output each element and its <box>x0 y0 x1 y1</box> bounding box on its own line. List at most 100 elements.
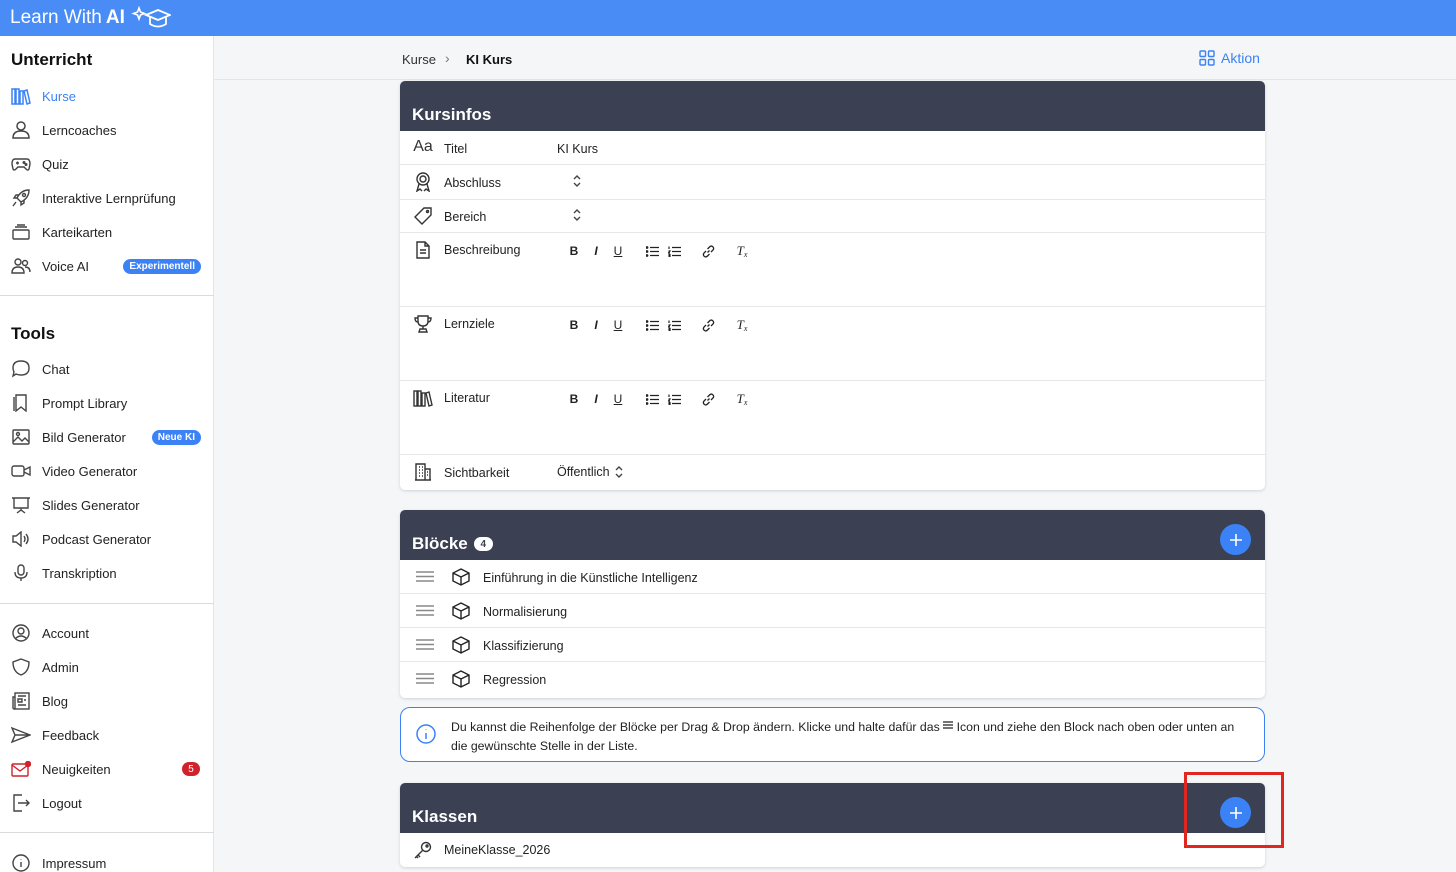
sidebar-item-label: Chat <box>42 361 70 377</box>
block-name[interactable]: Einführung in die Künstliche Intelligenz <box>483 571 698 585</box>
list-item[interactable]: Regression <box>400 662 1265 696</box>
field-label: Literatur <box>444 391 490 405</box>
presentation-icon <box>10 494 32 516</box>
sidebar-item-label: Admin <box>42 659 79 675</box>
abschluss-select[interactable] <box>572 174 582 188</box>
field-sichtbarkeit[interactable]: Sichtbarkeit Öffentlich <box>400 455 1265 490</box>
library-icon <box>412 387 434 409</box>
italic-button[interactable]: I <box>585 391 607 407</box>
drag-handle-icon[interactable] <box>416 673 434 684</box>
logout-icon <box>10 792 32 814</box>
bold-button[interactable]: B <box>563 317 585 333</box>
sidebar-item-bild-generator[interactable]: Bild Generator Neue KI <box>0 422 213 452</box>
rich-text-toolbar: B I U Tx <box>563 391 753 407</box>
bullet-list-button[interactable] <box>641 243 663 259</box>
sidebar-item-label: Voice AI <box>42 258 89 274</box>
block-name[interactable]: Klassifizierung <box>483 639 564 653</box>
underline-button[interactable]: U <box>607 391 629 407</box>
sidebar-item-prompt-library[interactable]: Prompt Library <box>0 388 213 418</box>
breadcrumb-current: KI Kurs <box>466 52 513 67</box>
image-icon <box>10 426 32 448</box>
sidebar-item-transkription[interactable]: Transkription <box>0 558 213 588</box>
info-text: Du kannst die Reihenfolge der Blöcke per… <box>451 718 1251 756</box>
klassen-header: Klassen <box>400 783 1265 833</box>
block-name[interactable]: Normalisierung <box>483 605 567 619</box>
sidebar-item-slides-generator[interactable]: Slides Generator <box>0 490 213 520</box>
sidebar-item-label: Karteikarten <box>42 224 113 240</box>
bloecke-header: Blöcke 4 <box>400 510 1265 560</box>
sidebar-item-admin[interactable]: Admin <box>0 652 213 682</box>
cube-icon <box>452 636 470 654</box>
field-literatur[interactable]: Literatur B I U Tx <box>400 381 1265 455</box>
bullet-list-button[interactable] <box>641 391 663 407</box>
sidebar-item-quiz[interactable]: Quiz <box>0 149 213 179</box>
bold-button[interactable]: B <box>563 391 585 407</box>
bullet-list-button[interactable] <box>641 317 663 333</box>
list-item[interactable]: Klassifizierung <box>400 628 1265 662</box>
sidebar-item-label: Transkription <box>42 565 117 581</box>
block-name[interactable]: Regression <box>483 673 546 687</box>
sidebar-item-interaktive-lernpruefung[interactable]: Interaktive Lernprüfung <box>0 183 213 213</box>
brand-logo[interactable]: Learn With AI <box>10 6 171 30</box>
info-icon <box>10 852 32 872</box>
info-icon <box>416 724 436 744</box>
list-item[interactable]: MeineKlasse_2026 <box>400 833 1265 867</box>
class-name[interactable]: MeineKlasse_2026 <box>444 843 550 857</box>
sidebar-item-chat[interactable]: Chat <box>0 354 213 384</box>
sidebar-item-karteikarten[interactable]: Karteikarten <box>0 217 213 247</box>
link-icon <box>702 318 714 332</box>
titel-input[interactable]: KI Kurs <box>557 142 598 156</box>
link-button[interactable] <box>697 243 719 259</box>
sidebar-item-blog[interactable]: Blog <box>0 686 213 716</box>
ordered-list-button[interactable] <box>663 391 685 407</box>
sidebar-item-label: Feedback <box>42 727 100 743</box>
account-icon <box>10 622 32 644</box>
field-lernziele[interactable]: Lernziele B I U Tx <box>400 307 1265 381</box>
italic-button[interactable]: I <box>585 317 607 333</box>
bullet-list-icon <box>645 245 659 257</box>
sidebar-item-impressum[interactable]: Impressum <box>0 848 213 872</box>
microphone-icon <box>10 562 32 584</box>
ordered-list-button[interactable] <box>663 243 685 259</box>
add-block-button[interactable] <box>1220 524 1251 555</box>
drag-handle-icon[interactable] <box>416 605 434 616</box>
highlight-annotation <box>1184 772 1284 848</box>
clear-format-button[interactable]: Tx <box>731 391 753 407</box>
sidebar-item-kurse[interactable]: Kurse <box>0 81 213 111</box>
bold-button[interactable]: B <box>563 243 585 259</box>
sidebar-item-logout[interactable]: Logout <box>0 788 213 818</box>
italic-button[interactable]: I <box>585 243 607 259</box>
action-button[interactable]: Aktion <box>1199 50 1260 66</box>
field-beschreibung[interactable]: Beschreibung B I U Tx <box>400 233 1265 307</box>
underline-button[interactable]: U <box>607 317 629 333</box>
newspaper-icon <box>10 690 32 712</box>
sidebar-item-video-generator[interactable]: Video Generator <box>0 456 213 486</box>
link-button[interactable] <box>697 391 719 407</box>
bereich-select[interactable] <box>572 208 582 222</box>
sidebar-item-account[interactable]: Account <box>0 618 213 648</box>
sichtbarkeit-select[interactable]: Öffentlich <box>557 465 624 479</box>
list-item[interactable]: Einführung in die Künstliche Intelligenz <box>400 560 1265 594</box>
field-bereich[interactable]: Bereich <box>400 200 1265 233</box>
sidebar-item-voice-ai[interactable]: Voice AI Experimentell <box>0 251 213 281</box>
sidebar-item-neuigkeiten[interactable]: Neuigkeiten 5 <box>0 754 213 784</box>
video-icon <box>10 460 32 482</box>
divider <box>0 832 214 833</box>
link-button[interactable] <box>697 317 719 333</box>
breadcrumb-kurse[interactable]: Kurse <box>402 52 436 67</box>
sidebar-item-feedback[interactable]: Feedback <box>0 720 213 750</box>
drag-handle-icon[interactable] <box>416 639 434 650</box>
ordered-list-button[interactable] <box>663 317 685 333</box>
underline-button[interactable]: U <box>607 243 629 259</box>
list-item[interactable]: Normalisierung <box>400 594 1265 628</box>
drag-handle-icon[interactable] <box>416 571 434 582</box>
field-titel[interactable]: Aa Titel KI Kurs <box>400 131 1265 165</box>
mail-icon <box>10 758 32 780</box>
clear-format-button[interactable]: Tx <box>731 243 753 259</box>
sidebar-item-podcast-generator[interactable]: Podcast Generator <box>0 524 213 554</box>
field-abschluss[interactable]: Abschluss <box>400 165 1265 200</box>
sidebar-item-label: Quiz <box>42 156 69 172</box>
clear-format-button[interactable]: Tx <box>731 317 753 333</box>
sidebar-item-lerncoaches[interactable]: Lerncoaches <box>0 115 213 145</box>
card-title: Kursinfos <box>412 105 492 124</box>
